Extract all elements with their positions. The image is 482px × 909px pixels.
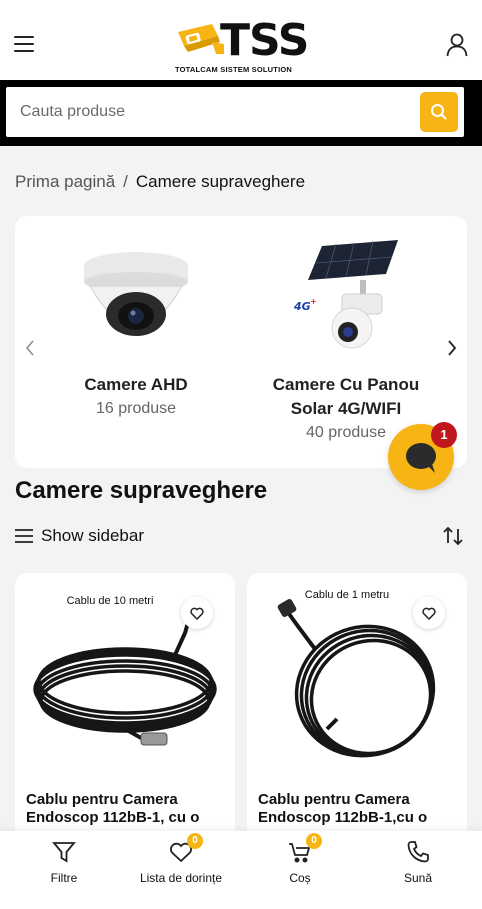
heart-icon	[422, 607, 436, 620]
wishlist-count-badge: 0	[187, 833, 203, 849]
chevron-left-icon[interactable]	[23, 338, 37, 358]
wishlist-button[interactable]	[413, 597, 445, 629]
header: TSS TOTALCAM SISTEM SOLUTION	[0, 0, 482, 80]
search-icon	[431, 104, 447, 120]
dome-camera-image	[84, 252, 188, 336]
wishlist-nav-button[interactable]: 0 Lista de dorințe	[121, 833, 241, 885]
logo-subtitle: TOTALCAM SISTEM SOLUTION	[175, 65, 293, 74]
category-title: Camere Cu Panou Solar 4G/WIFI	[272, 375, 420, 418]
call-label: Sună	[403, 871, 433, 885]
funnel-filter-icon	[52, 842, 76, 863]
product-card[interactable]: Cablu de 1 metru Cablu pentru Camera End…	[247, 573, 467, 853]
wishlist-label: Lista de dorințe	[139, 871, 223, 885]
breadcrumb-current: Camere supraveghere	[135, 172, 306, 191]
category-item-camere-ahd[interactable]: Camere AHD 16 produse	[51, 236, 221, 421]
chat-notification-badge: 1	[431, 422, 457, 448]
product-title[interactable]: Cablu pentru Camera Endoscop 112bB-1,cu …	[258, 791, 458, 827]
category-title: Camere AHD	[84, 375, 188, 394]
logo-text: TSS	[220, 15, 309, 66]
show-sidebar-label: Show sidebar	[41, 526, 145, 545]
cart-button[interactable]: 0 Coș	[240, 833, 360, 885]
phone-icon	[407, 841, 429, 863]
breadcrumb-home-link[interactable]: Prima pagină	[15, 172, 115, 191]
menu-lines-icon	[15, 529, 33, 543]
page-title: Camere supraveghere	[15, 477, 268, 504]
product-card[interactable]: Cablu de 10 metri Cablu pentru Camera En…	[15, 573, 235, 853]
bottom-navigation: Filtre 0 Lista de dorințe 0 Coș Sună	[0, 831, 482, 909]
cart-label: Coș	[289, 871, 311, 885]
hamburger-menu-icon[interactable]	[14, 36, 34, 52]
breadcrumb: Prima pagină / Camere supraveghere	[15, 172, 305, 192]
wishlist-button[interactable]	[181, 597, 213, 629]
show-sidebar-button[interactable]: Show sidebar	[15, 526, 144, 546]
solar-camera-image: 4G +	[293, 240, 398, 349]
user-account-icon[interactable]	[446, 33, 468, 57]
chevron-right-icon[interactable]	[445, 338, 459, 358]
filters-button[interactable]: Filtre	[4, 839, 124, 885]
heart-icon	[190, 607, 204, 620]
svg-text:+: +	[310, 297, 317, 306]
search-bar	[0, 80, 482, 146]
product-title[interactable]: Cablu pentru Camera Endoscop 112bB-1, cu…	[26, 791, 226, 827]
search-input[interactable]	[20, 87, 410, 137]
svg-text:4G: 4G	[293, 300, 311, 313]
search-button[interactable]	[420, 92, 458, 132]
logo[interactable]: TSS TOTALCAM SISTEM SOLUTION	[172, 16, 312, 76]
category-item-camere-panou-solar[interactable]: 4G + Camere Cu Panou Solar 4G/WIFI 40 pr…	[261, 236, 431, 445]
cart-count-badge: 0	[306, 833, 322, 849]
breadcrumb-separator: /	[123, 172, 128, 191]
call-button[interactable]: Sună	[358, 839, 478, 885]
search-box	[6, 87, 464, 137]
sort-arrows-icon[interactable]	[442, 526, 464, 546]
filters-label: Filtre	[50, 871, 78, 885]
category-count: 16 produse	[95, 400, 177, 417]
